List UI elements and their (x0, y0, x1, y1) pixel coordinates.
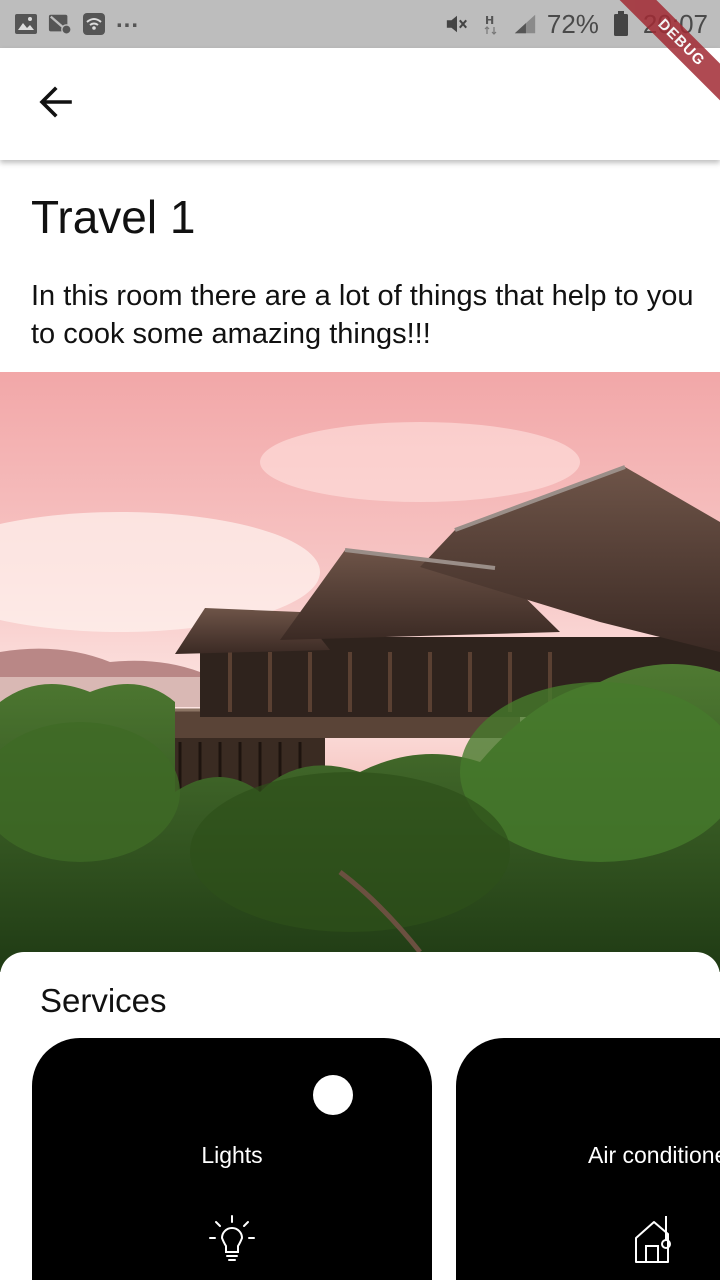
wifi-notification-icon (82, 12, 106, 36)
app-bar (0, 48, 720, 160)
service-card-label: Air conditioner (588, 1142, 720, 1168)
service-card-lights[interactable]: Lights (32, 1038, 432, 1280)
hero-image (0, 372, 720, 972)
services-title: Services (40, 982, 167, 1019)
service-card-label: Lights (201, 1142, 263, 1168)
thermometer-home-icon (628, 1210, 684, 1266)
image-icon (14, 12, 38, 36)
arrow-back-icon (38, 84, 74, 125)
back-button[interactable] (28, 76, 84, 132)
status-bar: ... H 72% 20:07 (0, 0, 720, 48)
more-notifications: ... (116, 6, 140, 33)
signal-icon (513, 12, 537, 36)
status-left: ... (14, 6, 139, 36)
page-description: In this room there are a lot of things t… (31, 280, 694, 350)
service-card-air-conditioner[interactable]: Air conditioner (456, 1038, 720, 1280)
page-title: Travel 1 (31, 191, 196, 243)
svg-text:H: H (485, 14, 494, 27)
network-h-icon: H (479, 12, 503, 36)
battery-percent: 72% (546, 8, 599, 39)
lightbulb-icon (204, 1210, 260, 1266)
battery-icon (609, 11, 633, 36)
lights-toggle[interactable] (313, 1075, 353, 1115)
services-sheet: Services Lights Air conditioner (0, 952, 720, 1280)
mute-icon (445, 12, 469, 36)
no-sim-settings-icon (48, 12, 72, 36)
screen: ... H 72% 20:07 DEBUG Trave (0, 0, 720, 1280)
